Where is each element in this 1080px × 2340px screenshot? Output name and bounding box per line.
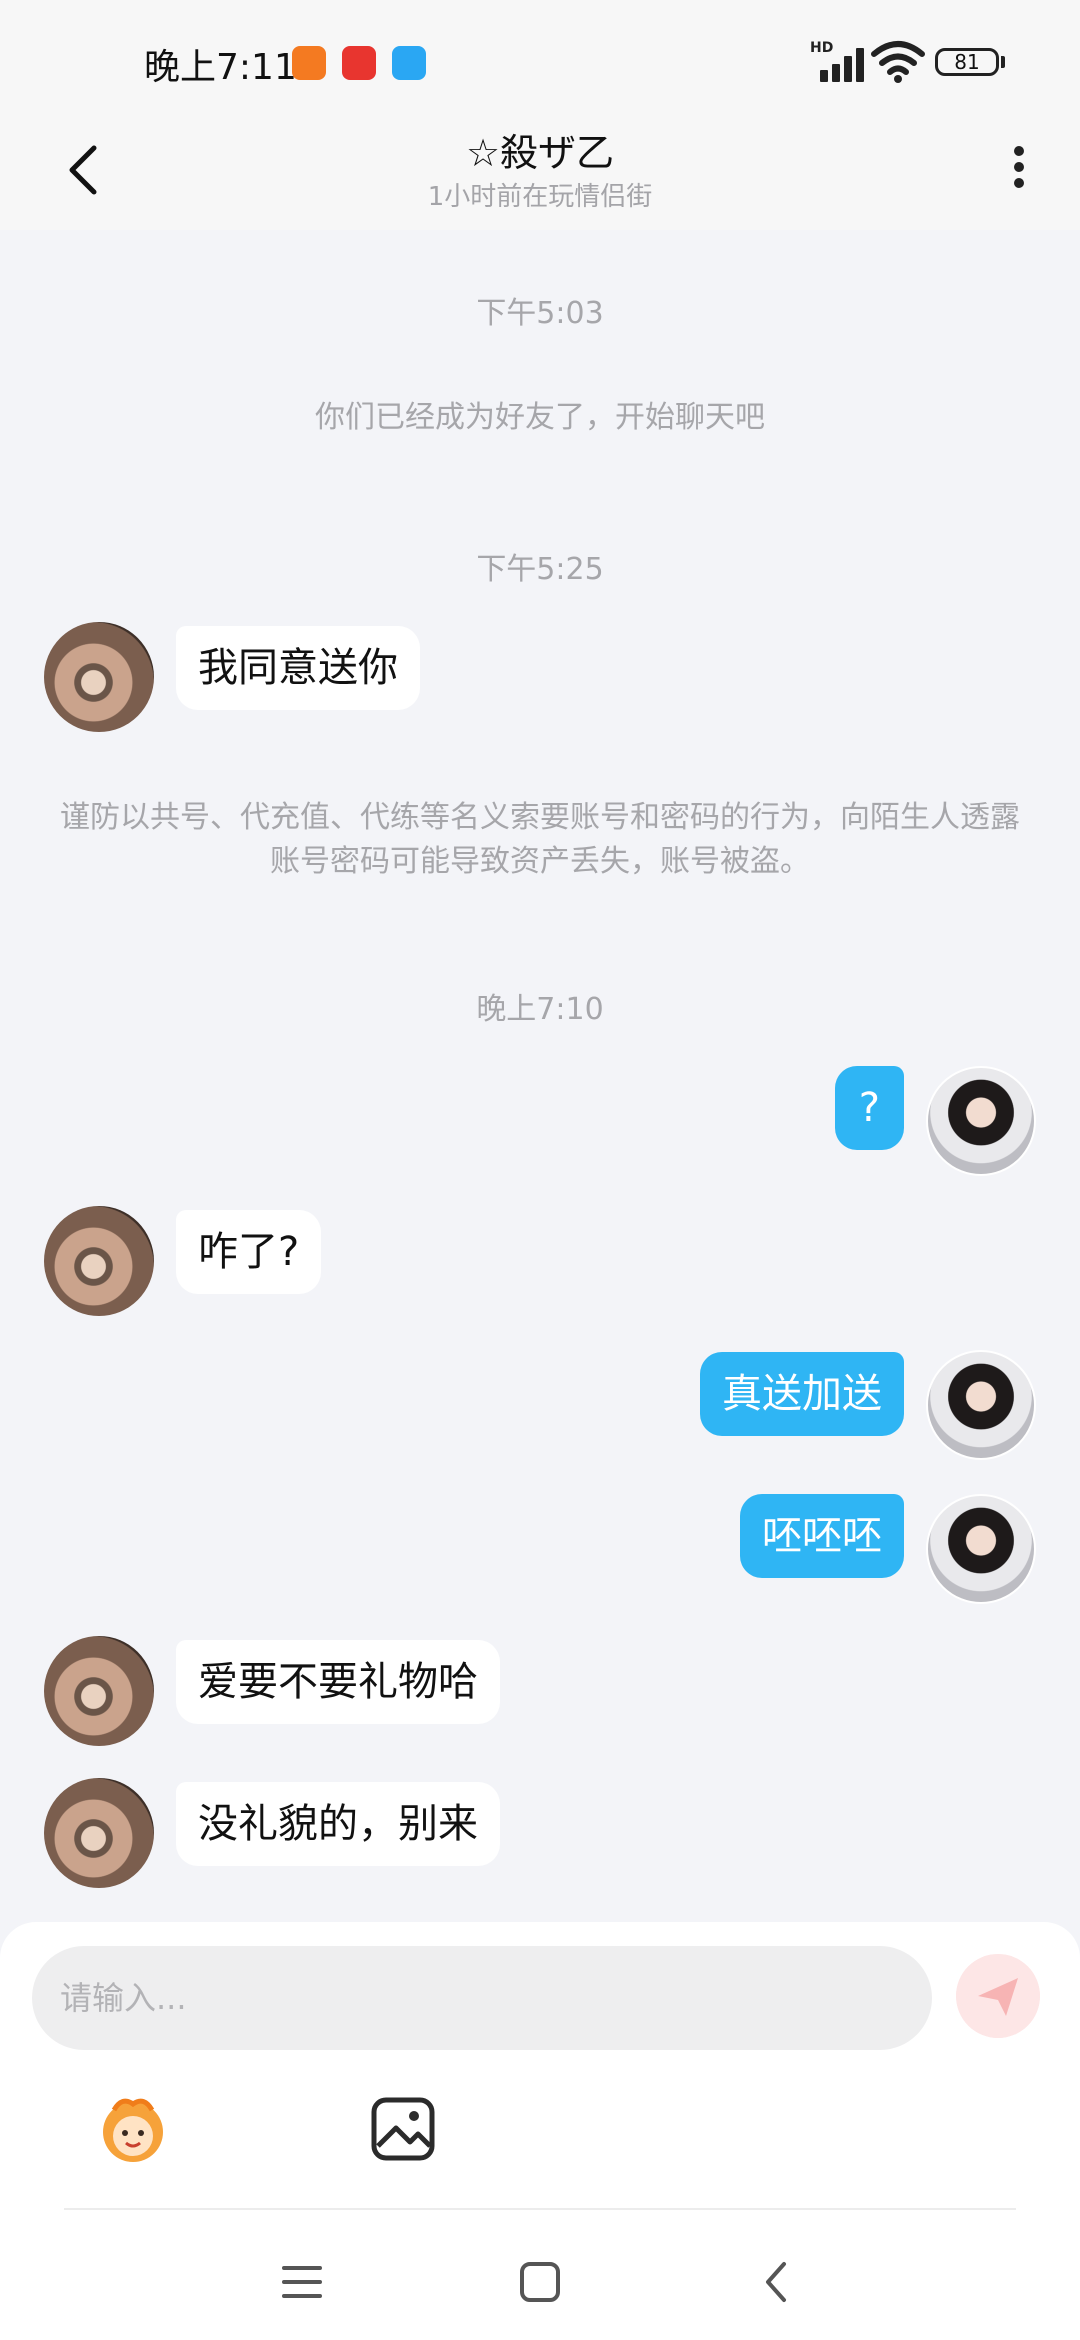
home-nav-icon[interactable] <box>510 2252 570 2312</box>
status-bar: 晚上7:11 HD 81 <box>0 0 1080 112</box>
message-app-icon <box>392 46 426 80</box>
contact-avatar[interactable] <box>44 622 154 732</box>
battery-icon: 81 <box>935 48 999 76</box>
back-nav-icon[interactable] <box>748 2252 808 2312</box>
system-notice: 你们已经成为好友了，开始聊天吧 <box>315 400 765 435</box>
timestamp: 晚上7:10 <box>476 992 604 1027</box>
signal-icon <box>812 44 866 82</box>
divider <box>64 2208 1016 2210</box>
contact-avatar[interactable] <box>44 1206 154 1316</box>
chat-header: ☆殺ザ乙 1小时前在玩情侣街 <box>0 112 1080 230</box>
timestamp: 下午5:25 <box>476 552 604 587</box>
mi-app-icon <box>292 46 326 80</box>
menu-nav-icon[interactable] <box>272 2252 332 2312</box>
message-bubble-incoming[interactable]: 爱要不要礼物哈 <box>176 1640 500 1724</box>
message-bubble-outgoing[interactable]: ? <box>834 1066 904 1150</box>
kandian-app-icon <box>342 46 376 80</box>
image-icon[interactable] <box>362 2088 444 2170</box>
message-input[interactable]: 请输入... <box>32 1946 932 2050</box>
my-avatar[interactable] <box>926 1494 1036 1604</box>
battery-tip <box>1001 56 1005 68</box>
contact-name: ☆殺ザ乙 <box>465 131 615 175</box>
send-icon[interactable] <box>956 1954 1040 2038</box>
message-bubble-incoming[interactable]: 没礼貌的，别来 <box>176 1782 500 1866</box>
contact-avatar[interactable] <box>44 1778 154 1888</box>
wifi-icon <box>871 41 925 83</box>
contact-avatar[interactable] <box>44 1636 154 1746</box>
message-bubble-incoming[interactable]: 我同意送你 <box>176 626 420 710</box>
composer-panel: 请输入... <box>0 1922 1080 2340</box>
more-vertical-icon[interactable] <box>1004 140 1034 200</box>
status-time: 晚上7:11 <box>144 47 297 88</box>
security-warning: 谨防以共号、代充值、代练等名义索要账号和密码的行为，向陌生人透露账号密码可能导致… <box>60 800 1020 879</box>
timestamp: 下午5:03 <box>476 296 604 331</box>
my-avatar[interactable] <box>926 1066 1036 1176</box>
my-avatar[interactable] <box>926 1350 1036 1460</box>
sticker-icon[interactable] <box>92 2088 174 2170</box>
battery-level: 81 <box>954 50 980 74</box>
chat-area[interactable]: 下午5:03 你们已经成为好友了，开始聊天吧 下午5:25 我同意送你 谨防以共… <box>0 230 1080 1920</box>
message-bubble-outgoing[interactable]: 真送加送 <box>700 1352 904 1436</box>
message-bubble-outgoing[interactable]: 呸呸呸 <box>740 1494 904 1578</box>
contact-status: 1小时前在玩情侣街 <box>427 182 653 212</box>
message-bubble-incoming[interactable]: 咋了? <box>176 1210 322 1294</box>
